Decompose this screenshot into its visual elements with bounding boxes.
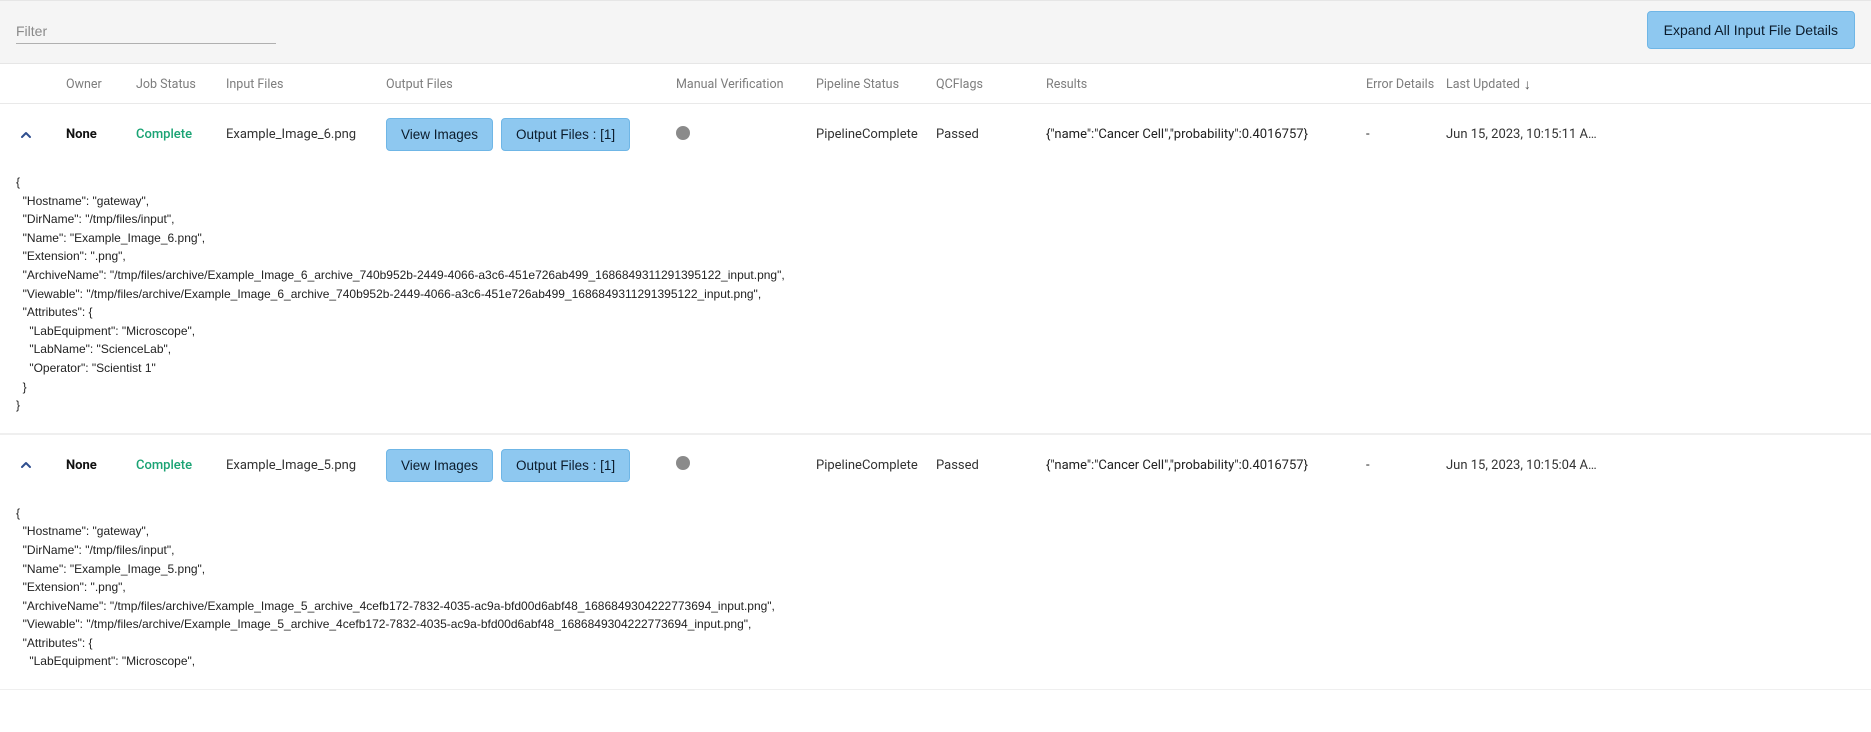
th-results[interactable]: Results xyxy=(1046,77,1366,92)
cell-input-file: Example_Image_6.png xyxy=(226,127,386,142)
th-last-updated-label: Last Updated xyxy=(1446,77,1520,92)
cell-job-status: Complete xyxy=(136,458,226,473)
sort-arrow-down-icon: ↓ xyxy=(1524,76,1531,93)
expand-all-button[interactable]: Expand All Input File Details xyxy=(1647,11,1855,49)
cell-manual-verification xyxy=(676,456,816,474)
cell-input-file: Example_Image_5.png xyxy=(226,458,386,473)
cell-results: {"name":"Cancer Cell","probability":0.40… xyxy=(1046,127,1366,142)
output-files-button[interactable]: Output Files : [1] xyxy=(501,449,630,482)
table-header: Owner Job Status Input Files Output File… xyxy=(0,64,1871,104)
status-dot-icon xyxy=(676,456,690,470)
cell-manual-verification xyxy=(676,126,816,144)
cell-output-files: View ImagesOutput Files : [1] xyxy=(386,449,676,482)
th-qc-flags[interactable]: QCFlags xyxy=(936,77,1046,92)
th-error-details[interactable]: Error Details xyxy=(1366,77,1446,92)
view-images-button[interactable]: View Images xyxy=(386,449,493,482)
cell-last-updated: Jun 15, 2023, 10:15:11 AM xyxy=(1446,127,1606,142)
expand-toggle[interactable] xyxy=(16,125,66,145)
cell-owner: None xyxy=(66,127,136,142)
expand-toggle[interactable] xyxy=(16,455,66,475)
chevron-up-icon xyxy=(16,125,36,145)
th-last-updated[interactable]: Last Updated ↓ xyxy=(1446,76,1606,93)
status-dot-icon xyxy=(676,126,690,140)
row-details: { "Hostname": "gateway", "DirName": "/tm… xyxy=(0,165,1871,434)
filter-wrap xyxy=(16,17,276,44)
cell-qc-flags: Passed xyxy=(936,127,1046,142)
th-job-status[interactable]: Job Status xyxy=(136,77,226,92)
output-files-button[interactable]: Output Files : [1] xyxy=(501,118,630,151)
table-row: NoneCompleteExample_Image_5.pngView Imag… xyxy=(0,434,1871,496)
filter-input[interactable] xyxy=(16,17,276,44)
cell-error-details: - xyxy=(1366,127,1446,142)
cell-error-details: - xyxy=(1366,458,1446,473)
cell-results: {"name":"Cancer Cell","probability":0.40… xyxy=(1046,458,1366,473)
view-images-button[interactable]: View Images xyxy=(386,118,493,151)
toolbar: Expand All Input File Details xyxy=(0,0,1871,64)
rows-container: NoneCompleteExample_Image_6.pngView Imag… xyxy=(0,104,1871,690)
th-owner[interactable]: Owner xyxy=(66,77,136,92)
cell-pipeline-status: PipelineComplete xyxy=(816,127,936,142)
cell-pipeline-status: PipelineComplete xyxy=(816,458,936,473)
th-pipeline-status[interactable]: Pipeline Status xyxy=(816,77,936,92)
th-output-files[interactable]: Output Files xyxy=(386,77,676,92)
th-manual-verification[interactable]: Manual Verification xyxy=(676,77,816,92)
th-input-files[interactable]: Input Files xyxy=(226,77,386,92)
cell-last-updated: Jun 15, 2023, 10:15:04 AM xyxy=(1446,458,1606,473)
table-row: NoneCompleteExample_Image_6.pngView Imag… xyxy=(0,104,1871,165)
cell-qc-flags: Passed xyxy=(936,458,1046,473)
chevron-up-icon xyxy=(16,455,36,475)
cell-job-status: Complete xyxy=(136,127,226,142)
cell-owner: None xyxy=(66,458,136,473)
cell-output-files: View ImagesOutput Files : [1] xyxy=(386,118,676,151)
row-details: { "Hostname": "gateway", "DirName": "/tm… xyxy=(0,496,1871,690)
